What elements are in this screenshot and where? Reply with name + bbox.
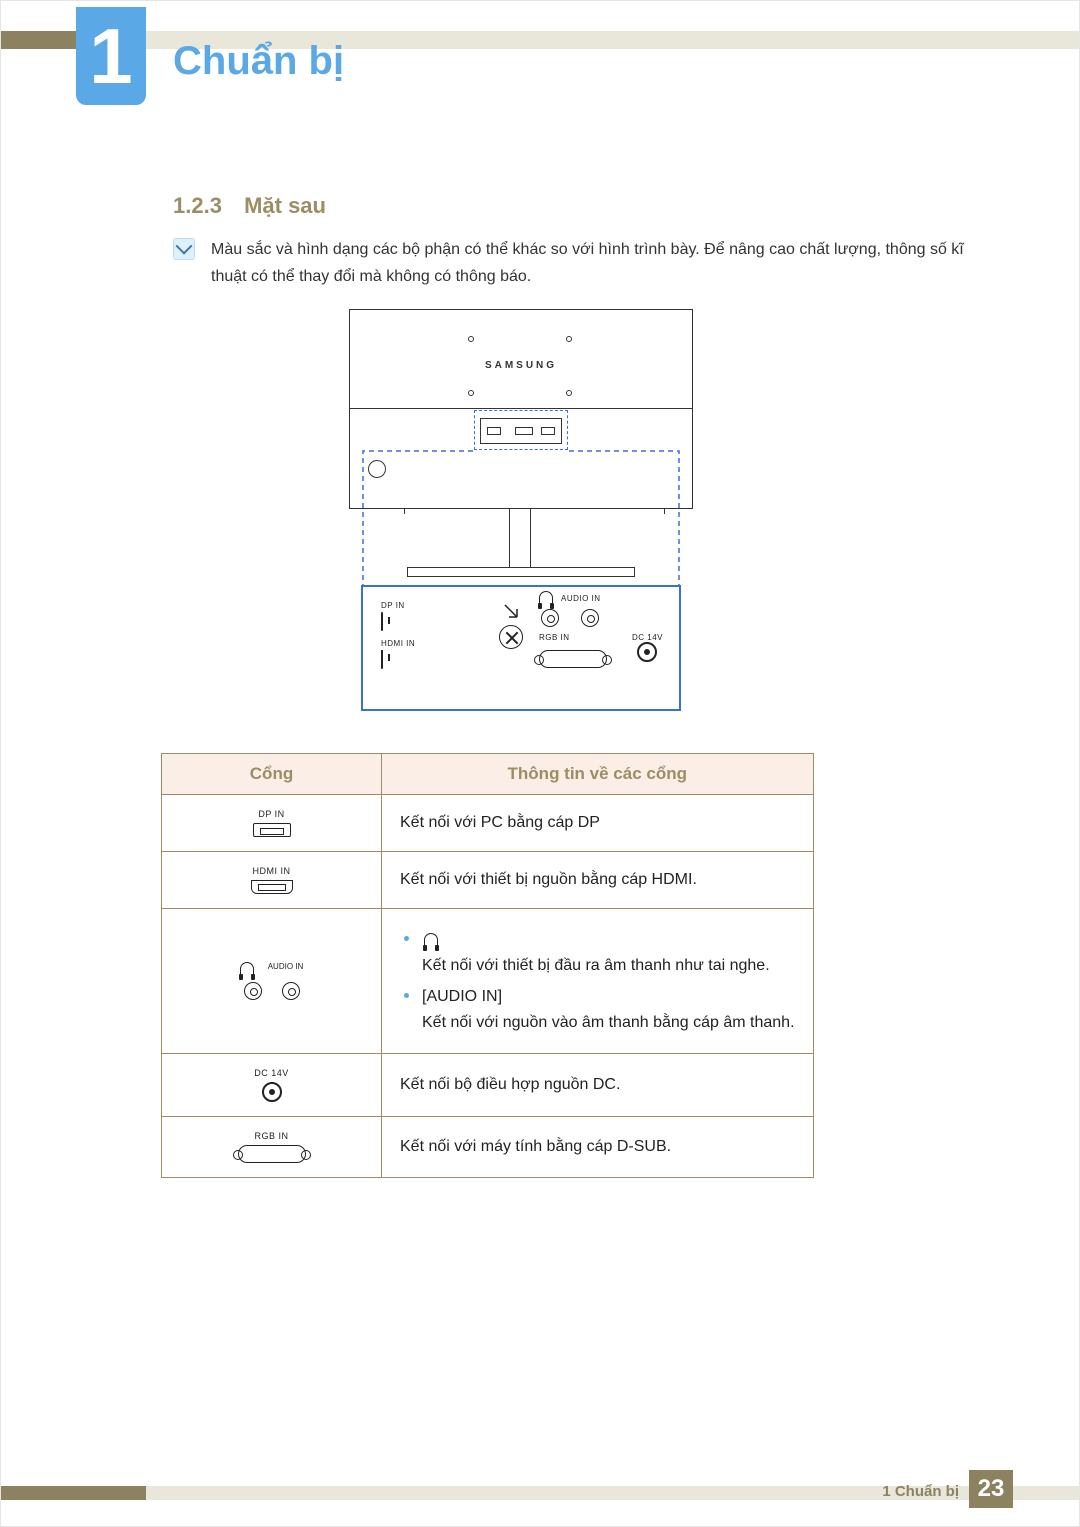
row-dc-label: DC 14V <box>168 1068 375 1078</box>
page-number: 23 <box>969 1470 1013 1508</box>
hdmi-port-icon <box>251 880 293 894</box>
hdmi-in-label: HDMI IN <box>381 639 465 648</box>
row-audio-in-label: AUDIO IN <box>268 962 304 976</box>
rear-diagram: SAMSUNG DP IN HDMI IN <box>349 309 693 711</box>
dc-port-icon <box>262 1082 282 1102</box>
cross-circle-icon <box>499 625 523 649</box>
note-text: Màu sắc và hình dạng các bộ phận có thể … <box>211 236 979 290</box>
audio-in-jack-icon <box>282 982 300 1000</box>
audio-bullet-1: Kết nối với thiết bị đầu ra âm thanh như… <box>422 957 770 974</box>
port-panel-enlarged: DP IN HDMI IN AUDIO IN RGB IN <box>361 585 681 711</box>
section-title: Mặt sau <box>244 193 326 218</box>
manual-page: 1 Chuẩn bị 1.2.3 Mặt sau Màu sắc và hình… <box>0 0 1080 1527</box>
stand-base <box>407 567 635 577</box>
note-block: Màu sắc và hình dạng các bộ phận có thể … <box>173 236 979 290</box>
audio-desc-list: Kết nối với thiết bị đầu ra âm thanh như… <box>400 927 795 1035</box>
headphone-icon <box>424 933 438 947</box>
chapter-number-badge: 1 <box>76 7 146 105</box>
table-header-port: Cổng <box>162 754 382 795</box>
footer-band-accent <box>1 1486 146 1500</box>
row-dp-desc: Kết nối với PC bằng cáp DP <box>382 795 814 852</box>
audio-in-label: AUDIO IN <box>561 594 601 603</box>
table-header-info: Thông tin về các cổng <box>382 754 814 795</box>
dp-in-label: DP IN <box>381 601 465 610</box>
dc-port-icon <box>637 642 657 662</box>
hdmi-port-icon <box>381 650 383 669</box>
row-rgb-label: RGB IN <box>168 1131 375 1141</box>
row-dc-desc: Kết nối bộ điều hợp nguồn DC. <box>382 1054 814 1117</box>
dp-port-icon <box>253 823 291 837</box>
rear-button-icon <box>368 460 386 478</box>
headphone-icon <box>539 591 553 605</box>
row-hdmi-desc: Kết nối với thiết bị nguồn bằng cáp HDMI… <box>382 852 814 909</box>
chapter-title: Chuẩn bị <box>173 39 344 84</box>
rgb-in-label: RGB IN <box>539 633 570 642</box>
vga-port-icon <box>238 1145 306 1163</box>
table-row: HDMI IN Kết nối với thiết bị nguồn bằng … <box>162 852 814 909</box>
vga-port-icon <box>539 650 607 668</box>
ports-table: Cổng Thông tin về các cổng DP IN Kết nối… <box>161 753 814 1178</box>
audio-in-jack-icon <box>581 609 599 627</box>
row-rgb-desc: Kết nối với máy tính bằng cáp D-SUB. <box>382 1117 814 1178</box>
dp-port-icon <box>381 612 383 631</box>
arrow-down-icon <box>503 603 519 619</box>
monitor-outline: SAMSUNG <box>349 309 693 509</box>
table-row: DC 14V Kết nối bộ điều hợp nguồn DC. <box>162 1054 814 1117</box>
table-row: RGB IN Kết nối với máy tính bằng cáp D-S… <box>162 1117 814 1178</box>
dc-14v-label: DC 14V <box>632 633 663 642</box>
headphone-icon <box>240 962 254 976</box>
section-number: 1.2.3 <box>173 193 222 218</box>
stand-neck <box>509 509 531 569</box>
table-row: DP IN Kết nối với PC bằng cáp DP <box>162 795 814 852</box>
footer-chapter-ref: 1 Chuẩn bị <box>882 1483 959 1500</box>
table-row: AUDIO IN Kết nối với thiết bị đầu ra âm … <box>162 909 814 1054</box>
row-hdmi-label: HDMI IN <box>168 866 375 876</box>
row-dp-label: DP IN <box>168 809 375 819</box>
audio-bullet-2: Kết nối với nguồn vào âm thanh bằng cáp … <box>422 1014 795 1031</box>
monitor-brand: SAMSUNG <box>350 360 692 371</box>
headphone-jack-icon <box>541 609 559 627</box>
section-heading: 1.2.3 Mặt sau <box>173 193 326 219</box>
headphone-jack-icon <box>244 982 262 1000</box>
audio-bullet-2-title: [AUDIO IN] <box>422 988 502 1005</box>
